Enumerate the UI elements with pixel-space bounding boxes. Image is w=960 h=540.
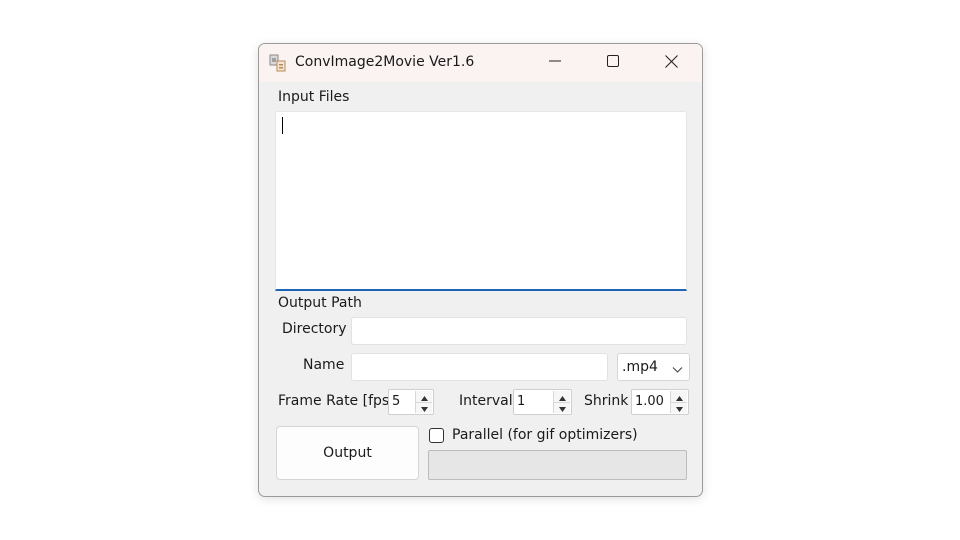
app-image-icon bbox=[269, 54, 287, 72]
shrink-down-button[interactable] bbox=[671, 402, 687, 413]
extension-select[interactable]: .mp4 bbox=[617, 353, 690, 381]
shrink-value: 1.00 bbox=[635, 394, 664, 409]
directory-input[interactable] bbox=[351, 317, 687, 345]
interval-value: 1 bbox=[517, 394, 526, 409]
close-icon bbox=[664, 54, 678, 72]
chevron-down-icon bbox=[672, 362, 683, 378]
spin-down-icon bbox=[420, 400, 428, 416]
interval-spinbox[interactable]: 1 bbox=[513, 389, 572, 415]
window-title: ConvImage2Movie Ver1.6 bbox=[295, 54, 475, 70]
frame-rate-value: 5 bbox=[392, 394, 401, 409]
maximize-icon bbox=[607, 55, 619, 71]
maximize-button[interactable] bbox=[587, 44, 639, 82]
frame-rate-spinbox[interactable]: 5 bbox=[388, 389, 434, 415]
frame-rate-down-button[interactable] bbox=[416, 402, 432, 413]
minimize-icon bbox=[549, 55, 561, 71]
title-bar[interactable]: ConvImage2Movie Ver1.6 bbox=[259, 44, 702, 82]
output-path-label: Output Path bbox=[278, 295, 362, 311]
output-button[interactable]: Output bbox=[276, 426, 419, 480]
parallel-label[interactable]: Parallel (for gif optimizers) bbox=[452, 427, 638, 443]
shrink-label: Shrink bbox=[584, 393, 629, 409]
name-input[interactable] bbox=[351, 353, 608, 381]
input-files-label: Input Files bbox=[278, 89, 350, 105]
interval-label: Interval bbox=[459, 393, 513, 409]
shrink-spin-arrows bbox=[670, 391, 687, 413]
close-button[interactable] bbox=[645, 44, 697, 82]
app-window: ConvImage2Movie Ver1.6 Input Files Outpu… bbox=[258, 43, 703, 497]
parallel-checkbox[interactable] bbox=[429, 428, 444, 443]
name-label: Name bbox=[303, 357, 345, 373]
input-files-textarea[interactable] bbox=[275, 111, 687, 291]
frame-rate-label: Frame Rate [fps] bbox=[278, 393, 395, 409]
output-button-label: Output bbox=[323, 445, 372, 461]
text-caret bbox=[282, 117, 283, 134]
minimize-button[interactable] bbox=[529, 44, 581, 82]
extension-value: .mp4 bbox=[622, 359, 658, 375]
spin-down-icon bbox=[558, 400, 566, 416]
interval-spin-arrows bbox=[553, 391, 570, 413]
shrink-spinbox[interactable]: 1.00 bbox=[631, 389, 689, 415]
directory-label: Directory bbox=[282, 321, 347, 337]
frame-rate-spin-arrows bbox=[415, 391, 432, 413]
interval-down-button[interactable] bbox=[554, 402, 570, 413]
spin-down-icon bbox=[675, 400, 683, 416]
progress-bar bbox=[428, 450, 687, 480]
